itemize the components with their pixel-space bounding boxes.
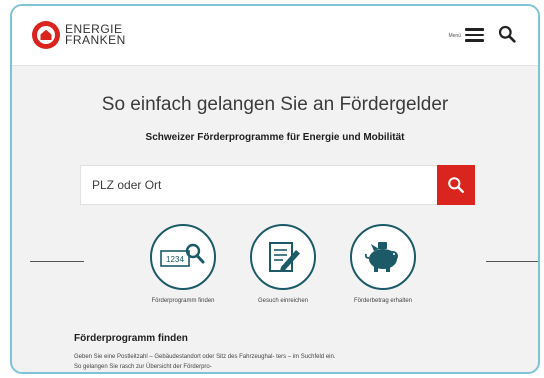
piggy-bank-icon [350,224,416,290]
divider-right [486,261,538,262]
page-subtitle: Schweizer Förderprogramme für Energie un… [145,132,405,143]
postcode-search-icon: 1234 [150,224,216,290]
step-2-label: Gesuch einreichen [257,298,309,304]
hamburger-icon[interactable] [465,28,484,42]
section-body-text: Geben Sie eine Postleitzahl – Gebäudesta… [74,354,336,370]
menu-label: Menü [448,33,461,39]
house-logo-icon [32,21,60,49]
step-1-badge: 1234 [166,255,184,264]
divider-left [30,261,84,262]
logo-line2: FRANKEN [65,33,126,47]
site-header: ENERGIE FRANKEN Menü [12,6,538,66]
logo[interactable]: ENERGIE FRANKEN [32,21,126,49]
step-receive-amount[interactable]: Förderbetrag erhalten [333,224,433,304]
page-title: So einfach gelangen Sie an Fördergelder [101,94,449,115]
step-3-label: Förderbetrag erhalten [353,298,413,304]
search-submit-button[interactable] [437,165,475,205]
browser-frame: ENERGIE FRANKEN Menü So einfach gelangen… [10,4,540,374]
section-heading: Förderprogramm finden [74,333,188,344]
search-icon[interactable] [498,25,516,48]
location-search [80,165,475,205]
document-edit-icon [250,224,316,290]
location-search-input[interactable] [81,166,437,204]
menu-toggle[interactable]: Menü [448,28,484,42]
logo-text: ENERGIE FRANKEN [65,23,126,47]
step-1-label: Förderprogramm finden [151,298,215,304]
search-submit-icon [448,177,465,194]
step-submit-request[interactable]: Gesuch einreichen [233,224,333,304]
step-find-program[interactable]: 1234 Förderprogramm finden [133,224,233,304]
